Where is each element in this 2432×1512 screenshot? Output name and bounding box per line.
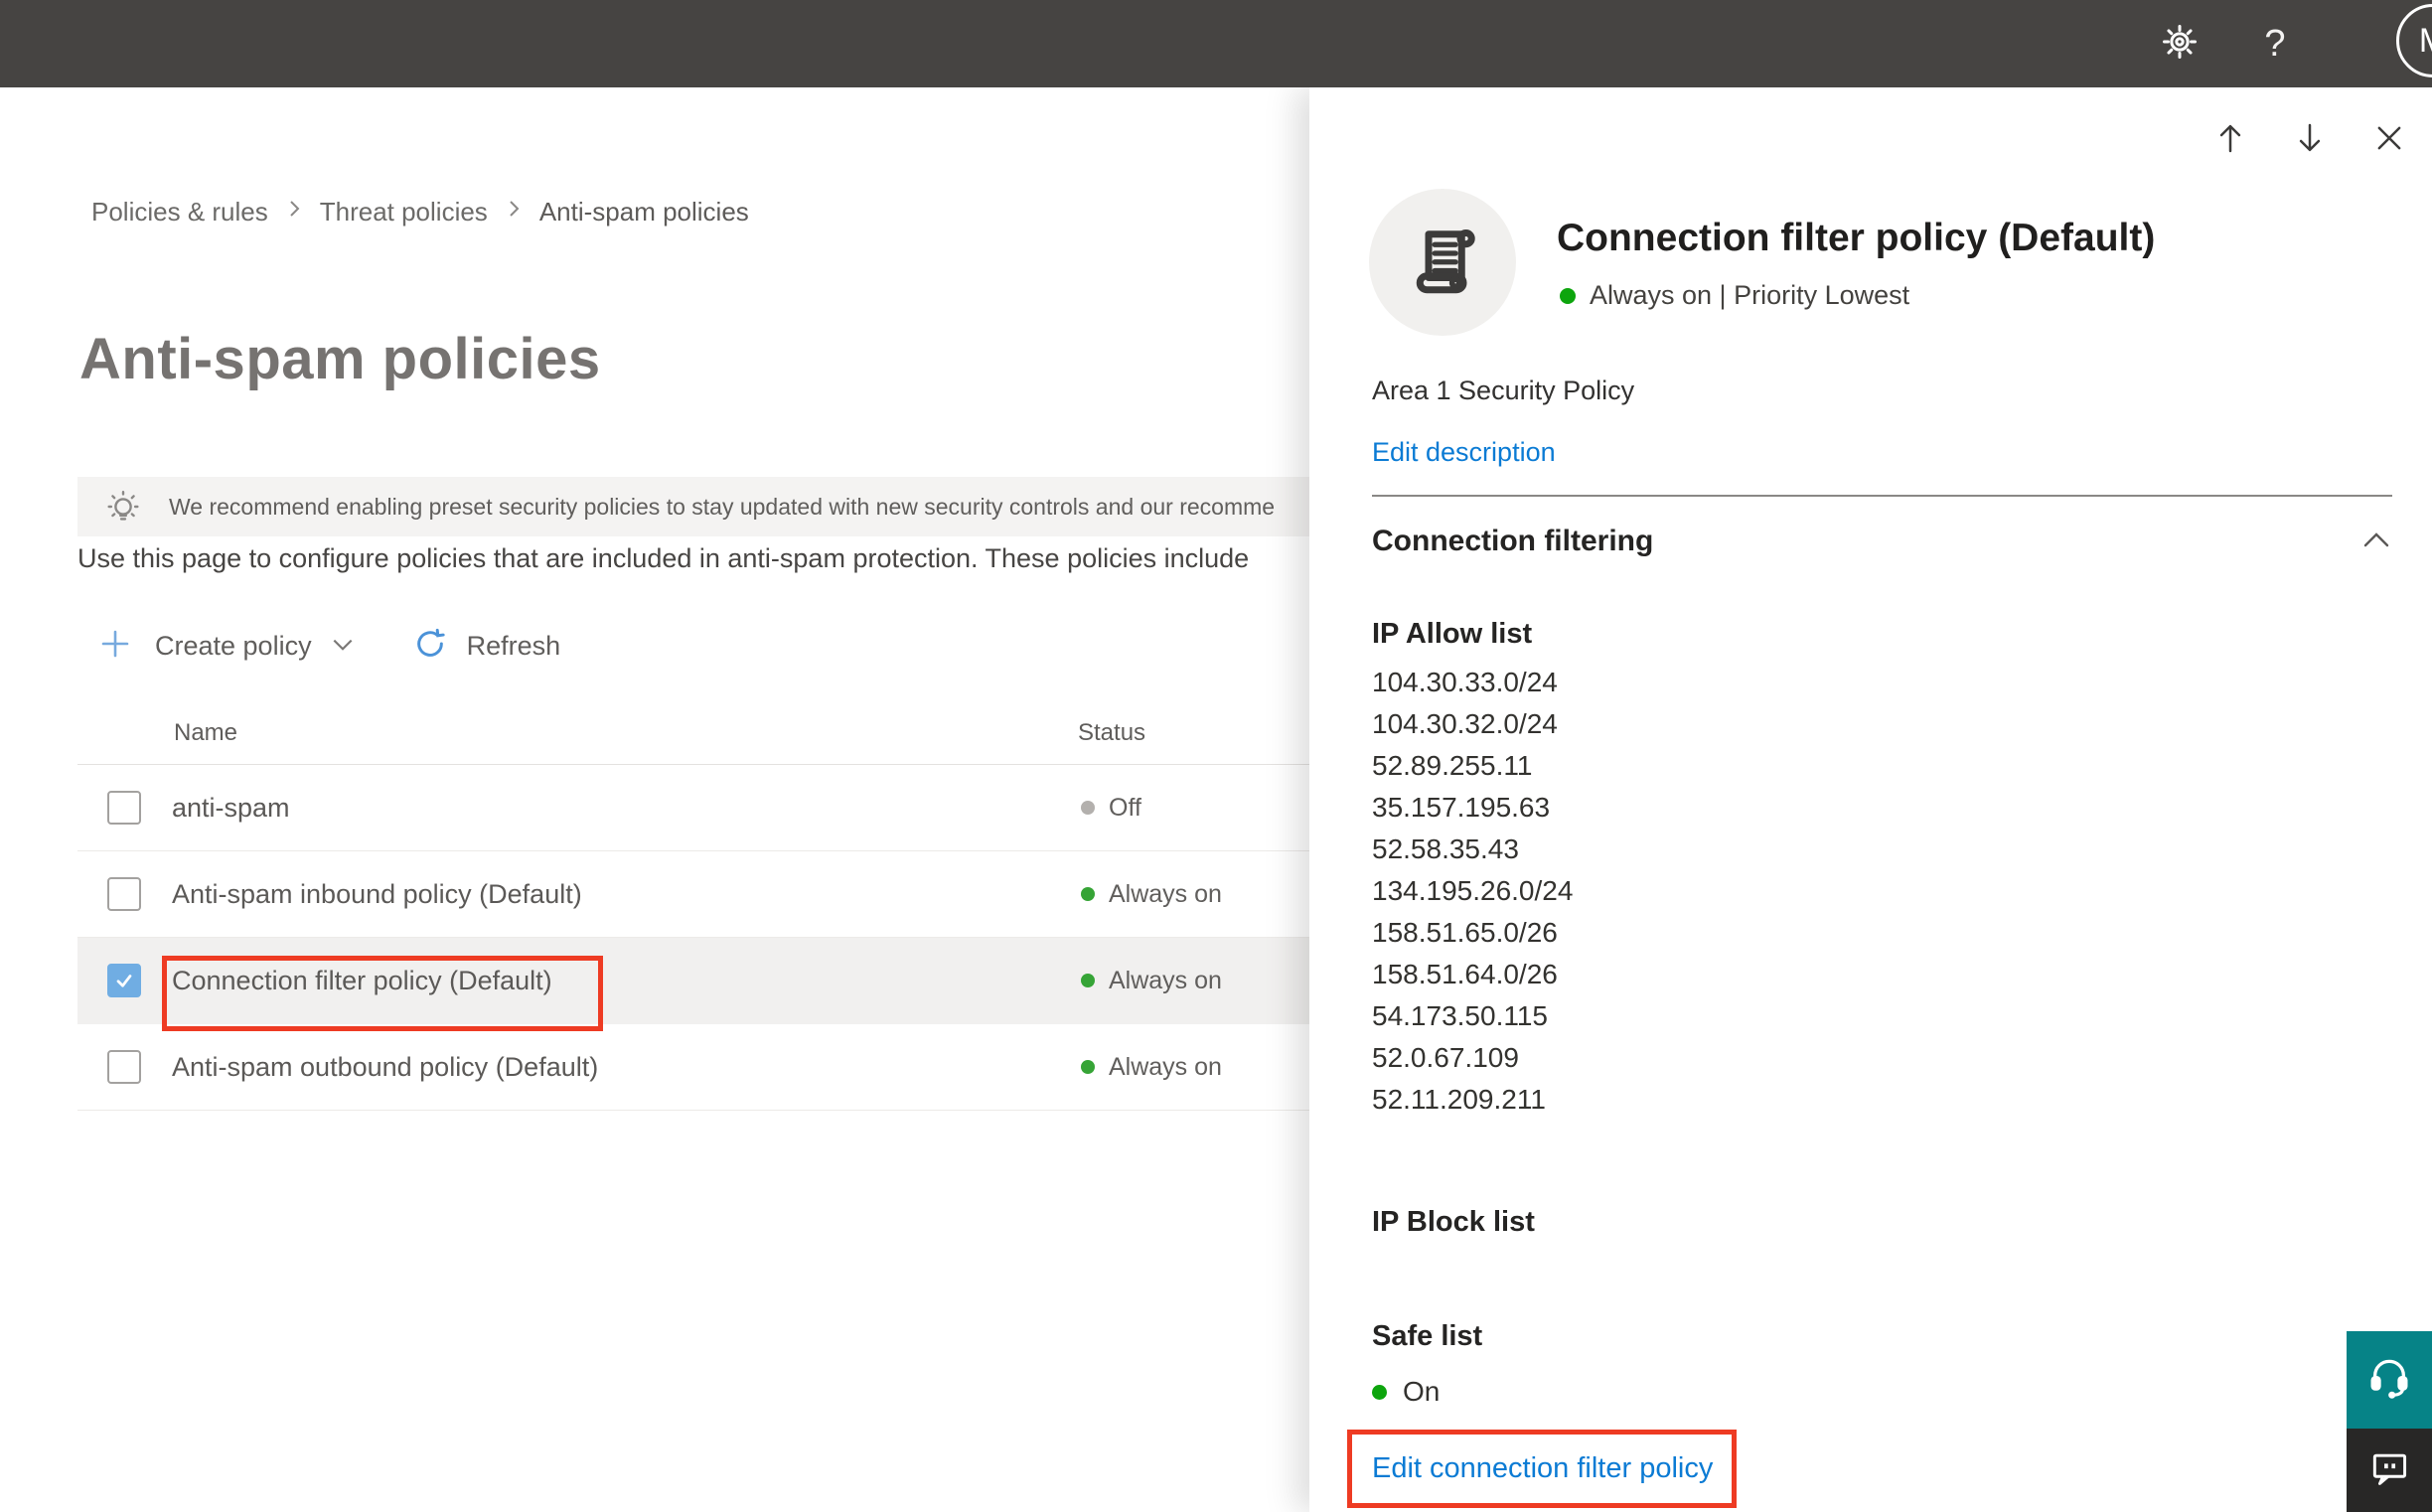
status-dot-off — [1081, 801, 1095, 815]
status-dot-on — [1081, 974, 1095, 987]
policy-name[interactable]: Connection filter policy (Default) — [172, 966, 552, 996]
create-policy-label: Create policy — [155, 630, 312, 661]
feedback-button[interactable] — [2347, 1429, 2432, 1512]
chevron-down-icon[interactable] — [330, 636, 356, 661]
policy-status: Always on — [1081, 880, 1222, 909]
status-dot-on — [1560, 287, 1576, 304]
ip-entry: 35.157.195.63 — [1372, 792, 1551, 823]
flyout-divider — [1372, 495, 2392, 497]
refresh-label: Refresh — [466, 630, 561, 661]
page-title: Anti-spam policies — [79, 327, 601, 391]
policy-icon-circle — [1369, 189, 1516, 336]
flyout-title: Connection filter policy (Default) — [1557, 217, 2156, 259]
ip-allow-list: 104.30.33.0/24 104.30.32.0/24 52.89.255.… — [1372, 662, 1573, 1121]
status-label: Always on — [1109, 1052, 1222, 1081]
status-label: Always on — [1109, 879, 1222, 908]
connection-filtering-section-header[interactable]: Connection filtering — [1372, 525, 2392, 558]
safe-list-heading: Safe list — [1372, 1320, 1483, 1352]
policy-status: Off — [1081, 794, 1141, 823]
ip-entry: 158.51.64.0/26 — [1372, 959, 1558, 989]
settings-button[interactable] — [2132, 0, 2227, 87]
policy-status: Always on — [1081, 967, 1222, 995]
help-button[interactable]: ? — [2227, 0, 2323, 87]
create-policy-button[interactable]: Create policy — [77, 628, 356, 665]
feedback-chat-icon — [2367, 1446, 2411, 1495]
ip-entry: 54.173.50.115 — [1372, 1000, 1548, 1031]
column-header-name[interactable]: Name — [174, 719, 237, 747]
chevron-right-icon — [284, 197, 304, 227]
policy-name[interactable]: Anti-spam inbound policy (Default) — [172, 879, 582, 910]
previous-item-button[interactable] — [2209, 117, 2251, 159]
ip-entry: 52.11.209.211 — [1372, 1084, 1546, 1115]
safe-list-status: On — [1372, 1376, 1440, 1408]
row-checkbox[interactable] — [107, 877, 141, 911]
flyout-status-line: Always on | Priority Lowest — [1560, 280, 1909, 311]
support-button[interactable] — [2347, 1331, 2432, 1429]
refresh-button[interactable]: Refresh — [356, 627, 561, 666]
ip-entry: 104.30.32.0/24 — [1372, 708, 1558, 739]
chevron-right-icon — [504, 197, 524, 227]
ip-entry: 158.51.65.0/26 — [1372, 917, 1558, 948]
status-dot-on — [1081, 887, 1095, 901]
breadcrumb-anti-spam-policies[interactable]: Anti-spam policies — [539, 197, 749, 227]
avatar-initial: M — [2419, 22, 2432, 61]
status-dot-on — [1081, 1060, 1095, 1074]
ip-block-list-heading: IP Block list — [1372, 1206, 1535, 1238]
close-icon — [2377, 126, 2401, 150]
row-checkbox-checked[interactable] — [107, 964, 141, 997]
ip-entry: 52.0.67.109 — [1372, 1042, 1519, 1073]
breadcrumb-threat-policies[interactable]: Threat policies — [320, 197, 488, 227]
lightbulb-icon — [103, 488, 143, 526]
next-item-button[interactable] — [2289, 117, 2331, 159]
breadcrumb-policies-rules[interactable]: Policies & rules — [91, 197, 268, 227]
scroll-policy-icon — [1401, 219, 1484, 307]
chevron-up-icon[interactable] — [2360, 528, 2392, 556]
flyout-description: Area 1 Security Policy — [1372, 376, 1635, 405]
close-flyout-button[interactable] — [2368, 117, 2410, 159]
arrow-down-icon — [2299, 123, 2321, 152]
flyout-nav — [2209, 117, 2410, 159]
ip-entry: 52.89.255.11 — [1372, 750, 1533, 781]
ip-entry: 52.58.35.43 — [1372, 833, 1519, 864]
policy-name[interactable]: anti-spam — [172, 793, 290, 824]
ip-allow-list-heading: IP Allow list — [1372, 618, 1533, 650]
flyout-status-text: Always on | Priority Lowest — [1590, 280, 1910, 310]
gear-icon — [2159, 21, 2201, 68]
headset-icon — [2366, 1355, 2412, 1406]
app-top-bar: ? — [0, 0, 2432, 87]
safe-list-status-label: On — [1403, 1376, 1441, 1407]
breadcrumb: Policies & rules Threat policies Anti-sp… — [91, 197, 749, 227]
status-label: Always on — [1109, 966, 1222, 994]
ip-entry: 134.195.26.0/24 — [1372, 875, 1574, 906]
edit-description-link[interactable]: Edit description — [1372, 437, 1556, 468]
policy-status: Always on — [1081, 1053, 1222, 1082]
section-title: Connection filtering — [1372, 525, 1654, 557]
policy-name[interactable]: Anti-spam outbound policy (Default) — [172, 1052, 598, 1083]
toolbar: Create policy Refresh — [77, 618, 560, 674]
arrow-up-icon — [2219, 124, 2241, 153]
status-dot-on — [1372, 1384, 1387, 1400]
row-checkbox[interactable] — [107, 791, 141, 825]
refresh-icon — [413, 627, 447, 666]
help-icon: ? — [2264, 22, 2286, 65]
plus-icon — [99, 628, 131, 665]
edit-connection-filter-policy-link[interactable]: Edit connection filter policy — [1372, 1452, 1713, 1485]
policy-details-flyout: Connection filter policy (Default) Alway… — [1309, 87, 2432, 1512]
status-label: Off — [1109, 793, 1141, 822]
column-header-status[interactable]: Status — [1078, 719, 1145, 747]
ip-entry: 104.30.33.0/24 — [1372, 667, 1558, 697]
row-checkbox[interactable] — [107, 1050, 141, 1084]
recommendation-banner-text: We recommend enabling preset security po… — [169, 493, 1276, 520]
